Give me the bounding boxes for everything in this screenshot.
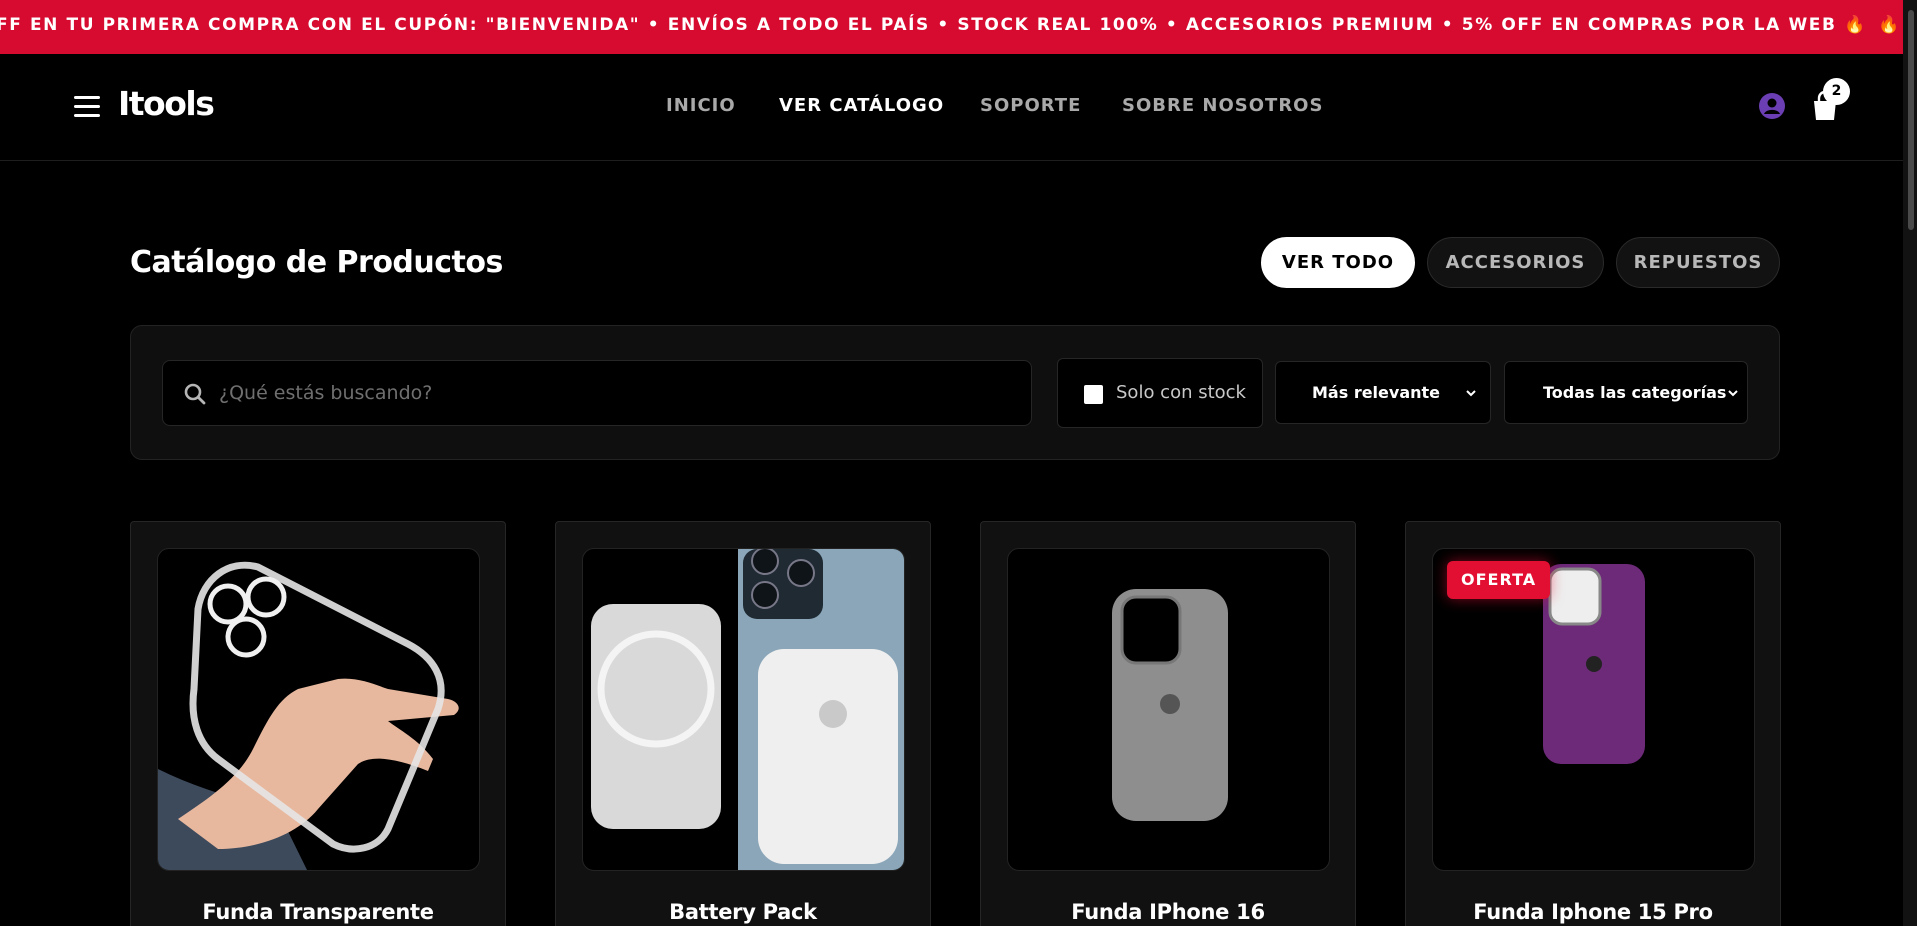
sort-select-value: Más relevante bbox=[1312, 383, 1441, 402]
product-image-iphone-16-case[interactable] bbox=[1007, 548, 1330, 871]
search-icon bbox=[184, 383, 206, 405]
nav-link-inicio[interactable]: INICIO bbox=[666, 95, 736, 116]
tab-ver-todo[interactable]: VER TODO bbox=[1261, 237, 1415, 288]
main-nav: INICIO VER CATÁLOGO SOPORTE SOBRE NOSOTR… bbox=[0, 95, 1903, 125]
sort-select[interactable]: Más relevante bbox=[1275, 361, 1491, 424]
promo-text: FF EN TU PRIMERA COMPRA CON EL CUPÓN: "B… bbox=[0, 15, 1867, 35]
scrollbar[interactable] bbox=[1903, 0, 1917, 926]
category-select-value: Todas las categorías bbox=[1543, 383, 1727, 402]
product-image-clear-case[interactable] bbox=[157, 548, 480, 871]
product-image-battery-pack[interactable] bbox=[582, 548, 905, 871]
stock-filter-label: Solo con stock bbox=[1116, 382, 1246, 403]
site-header: Itools INICIO VER CATÁLOGO SOPORTE SOBRE… bbox=[0, 54, 1903, 161]
product-card[interactable]: OFERTA Funda Iphone 15 Pro bbox=[1405, 521, 1781, 926]
stock-filter-toggle[interactable]: Solo con stock bbox=[1057, 358, 1263, 428]
product-name[interactable]: Battery Pack bbox=[556, 900, 930, 924]
scrollbar-thumb[interactable] bbox=[1908, 10, 1914, 230]
product-card[interactable]: Funda Transparente bbox=[130, 521, 506, 926]
product-card[interactable]: Battery Pack bbox=[555, 521, 931, 926]
offer-badge: OFERTA bbox=[1447, 561, 1551, 599]
nav-link-soporte[interactable]: SOPORTE bbox=[980, 95, 1081, 116]
promo-banner: FF EN TU PRIMERA COMPRA CON EL CUPÓN: "B… bbox=[0, 0, 1917, 54]
tab-accesorios[interactable]: ACCESORIOS bbox=[1427, 237, 1604, 288]
search-box bbox=[162, 360, 1032, 426]
user-icon[interactable] bbox=[1759, 93, 1785, 119]
stock-checkbox[interactable] bbox=[1084, 385, 1103, 404]
product-card[interactable]: Funda IPhone 16 bbox=[980, 521, 1356, 926]
nav-link-sobre-nosotros[interactable]: SOBRE NOSOTROS bbox=[1122, 95, 1323, 116]
product-name[interactable]: Funda IPhone 16 bbox=[981, 900, 1355, 924]
cart-count-badge: 2 bbox=[1823, 78, 1850, 105]
filters-panel: Solo con stock Más relevante Todas las c… bbox=[130, 325, 1780, 460]
search-input[interactable] bbox=[219, 361, 1019, 425]
nav-link-ver-catalogo[interactable]: VER CATÁLOGO bbox=[779, 95, 944, 116]
tab-repuestos[interactable]: REPUESTOS bbox=[1616, 237, 1780, 288]
product-name[interactable]: Funda Iphone 15 Pro bbox=[1406, 900, 1780, 924]
chevron-down-icon bbox=[1728, 390, 1738, 397]
product-name[interactable]: Funda Transparente bbox=[131, 900, 505, 924]
chevron-down-icon bbox=[1466, 390, 1476, 397]
category-select[interactable]: Todas las categorías bbox=[1504, 361, 1748, 424]
product-image-iphone-15-pro-case[interactable]: OFERTA bbox=[1432, 548, 1755, 871]
page-title: Catálogo de Productos bbox=[130, 245, 503, 280]
